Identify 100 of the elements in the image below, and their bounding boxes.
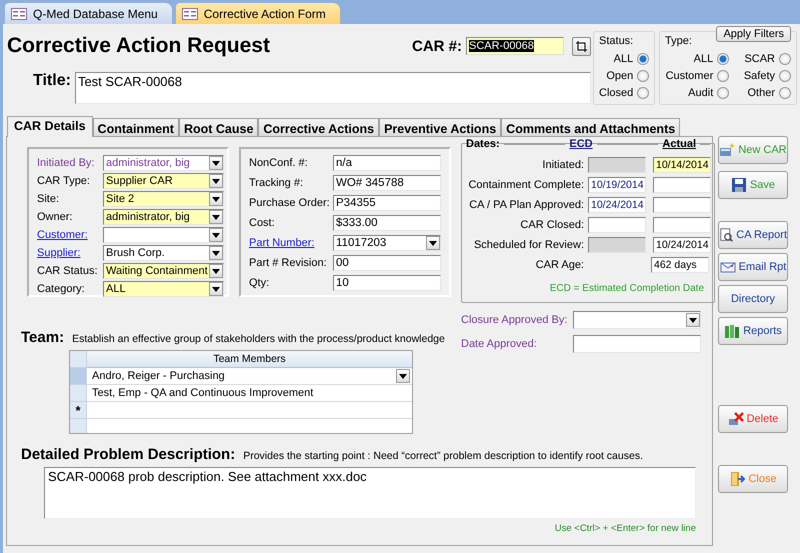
radio-button[interactable]: [637, 70, 650, 82]
radio-button[interactable]: [779, 53, 791, 65]
action-button[interactable]: Email Rpt: [718, 253, 788, 281]
text-field[interactable]: 10: [333, 275, 441, 291]
dropdown-field[interactable]: ALL: [103, 281, 224, 297]
caret-down-icon: [689, 318, 697, 322]
table-cell[interactable]: Andro, Reiger - Purchasing: [87, 368, 412, 385]
dropdown-arrow-button[interactable]: [396, 369, 410, 383]
text-field[interactable]: WO# 345788: [333, 175, 441, 191]
action-button[interactable]: Directory: [718, 285, 788, 313]
dropdown-arrow-button[interactable]: [426, 236, 440, 250]
crop-button[interactable]: [572, 36, 591, 56]
action-button[interactable]: Reports: [718, 317, 788, 345]
field-label[interactable]: Part Number:: [249, 237, 314, 249]
radio-button[interactable]: [637, 87, 650, 99]
action-button[interactable]: Delete: [718, 405, 788, 433]
date-field[interactable]: 10/19/2014: [588, 177, 646, 193]
date-field[interactable]: 10/24/2014: [588, 197, 646, 213]
radio-button[interactable]: [637, 53, 650, 65]
text-field[interactable]: [573, 335, 701, 353]
caret-down-icon: [212, 196, 220, 202]
date-field[interactable]: 462 days: [651, 257, 709, 273]
field-label: Initiated:: [542, 159, 584, 171]
dropdown-field[interactable]: [103, 227, 224, 243]
text-field[interactable]: $333.00: [333, 215, 441, 231]
column-header[interactable]: Team Members: [87, 351, 412, 368]
document-tab[interactable]: Corrective Action Form: [174, 2, 341, 24]
date-field[interactable]: [653, 197, 711, 213]
action-button[interactable]: CA Report: [718, 221, 788, 249]
field-label: Tracking #:: [249, 177, 304, 189]
radio-button[interactable]: [717, 87, 730, 99]
radio-label: ALL: [614, 53, 634, 65]
dropdown-arrow-button[interactable]: [686, 313, 700, 327]
tab[interactable]: CAR Details: [7, 116, 93, 137]
text-field[interactable]: P34355: [333, 195, 441, 211]
magnifier-document-icon: [719, 227, 734, 243]
field-label: Purchase Order:: [249, 197, 330, 209]
dropdown-arrow-button[interactable]: [209, 228, 223, 242]
dropdown-arrow-button[interactable]: [209, 192, 223, 206]
dropdown-field[interactable]: Brush Corp.: [103, 245, 224, 261]
dropdown-arrow-button[interactable]: [209, 174, 223, 188]
date-field[interactable]: [653, 177, 711, 193]
tab[interactable]: Corrective Actions: [258, 118, 380, 136]
field-label: Containment Complete:: [468, 179, 584, 191]
caret-down-icon: [212, 160, 220, 166]
tab[interactable]: Preventive Actions: [379, 118, 502, 136]
status-filter-panel: Status: ALL Open Closed: [593, 31, 655, 105]
section-hint: Provides the starting point : Need “correct” problem description to identify root causes.: [243, 450, 643, 462]
date-field[interactable]: [653, 217, 711, 233]
field-label[interactable]: Customer:: [37, 229, 88, 241]
caret-down-icon: [212, 178, 220, 184]
document-tab[interactable]: Q-Med Database Menu: [4, 2, 173, 24]
apply-filters-button[interactable]: Apply Filters: [716, 26, 791, 42]
date-field[interactable]: [588, 217, 646, 233]
dropdown-field[interactable]: Supplier CAR: [103, 173, 224, 189]
column-heading: ECD: [569, 138, 593, 150]
caret-down-icon: [399, 374, 407, 378]
car-number-field[interactable]: SCAR-00068: [466, 37, 564, 55]
field-label: Owner:: [37, 211, 72, 223]
field-label: Title:: [33, 72, 71, 90]
field-label: Site:: [37, 193, 60, 205]
dropdown-field[interactable]: administrator, big: [103, 209, 224, 225]
field-label: Cost:: [249, 217, 275, 229]
date-field[interactable]: 10/24/2014: [653, 237, 711, 253]
field-label: Qty:: [249, 277, 270, 289]
dropdown-field[interactable]: Site 2: [103, 191, 224, 207]
problem-description-field[interactable]: SCAR-00068 prob description. See attachment xxx.doc: [44, 467, 696, 519]
date-field[interactable]: 10/14/2014: [653, 157, 711, 173]
tab[interactable]: Comments and Attachments: [501, 118, 680, 136]
radio-button[interactable]: [779, 70, 791, 82]
radio-label: SCAR: [744, 53, 775, 65]
new-row-marker: *: [70, 402, 87, 419]
dropdown-arrow-button[interactable]: [209, 246, 223, 260]
dropdown-arrow-button[interactable]: [209, 282, 223, 296]
title-field[interactable]: Test SCAR-00068: [74, 72, 591, 104]
crop-icon: [576, 40, 587, 52]
dropdown-field[interactable]: [573, 311, 701, 329]
form-icon: [11, 8, 27, 20]
caret-down-icon: [212, 214, 220, 220]
radio-button[interactable]: [779, 87, 791, 99]
dropdown-field[interactable]: Waiting Containment: [103, 263, 224, 279]
radio-label: Customer: [666, 70, 714, 82]
radio-button[interactable]: [717, 70, 730, 82]
table-cell[interactable]: Test, Emp - QA and Continuous Improvement: [87, 385, 412, 402]
delete-icon: [728, 411, 744, 427]
dropdown-arrow-button[interactable]: [209, 264, 223, 278]
radio-label: ALL: [694, 53, 714, 65]
text-field[interactable]: n/a: [333, 155, 441, 171]
dropdown-field[interactable]: 11017203: [333, 235, 441, 251]
tab[interactable]: Root Cause: [178, 118, 258, 136]
caret-down-icon: [212, 250, 220, 256]
section-label: Team:: [21, 329, 64, 346]
tab[interactable]: Containment: [92, 118, 179, 136]
dropdown-arrow-button[interactable]: [209, 156, 223, 170]
section-hint: Establish an effective group of stakeholders with the process/product knowledge: [72, 333, 445, 345]
field-label[interactable]: Supplier:: [37, 247, 80, 259]
text-field[interactable]: 00: [333, 255, 441, 271]
dropdown-arrow-button[interactable]: [209, 210, 223, 224]
dropdown-field[interactable]: administrator, big: [103, 155, 224, 171]
radio-button[interactable]: [717, 53, 730, 65]
